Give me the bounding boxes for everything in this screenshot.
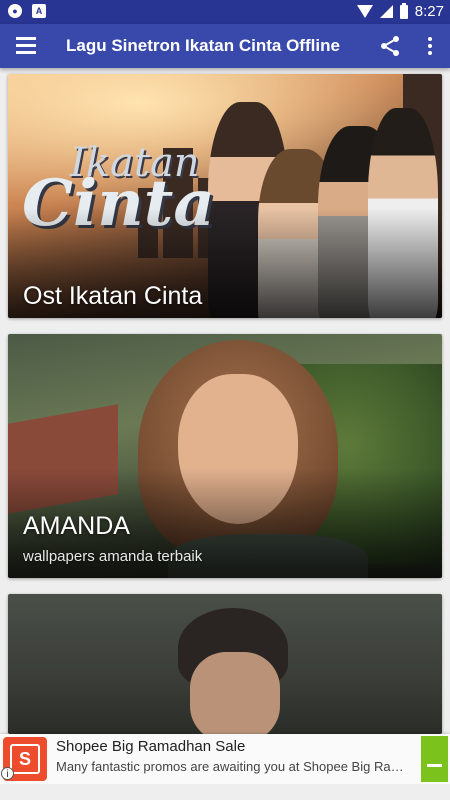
app-bar: Lagu Sinetron Ikatan Cinta Offline <box>0 24 450 68</box>
status-time: 8:27 <box>414 3 444 20</box>
card-title: AMANDA <box>23 512 130 540</box>
card-third[interactable] <box>8 594 442 734</box>
card-amanda[interactable]: AMANDA wallpapers amanda terbaik <box>8 334 442 578</box>
ad-info-icon[interactable]: i <box>1 767 14 780</box>
share-icon[interactable] <box>378 34 402 58</box>
more-vert-icon[interactable] <box>420 34 440 58</box>
page-title: Lagu Sinetron Ikatan Cinta Offline <box>66 36 340 55</box>
bottom-strip <box>0 784 450 800</box>
card-title: Ost Ikatan Cinta <box>23 282 203 310</box>
app-notification-icon: ● <box>8 4 22 18</box>
status-bar: ● A 8:27 <box>0 0 450 24</box>
ad-title: Shopee Big Ramadhan Sale <box>56 738 246 755</box>
card-ost-ikatan-cinta[interactable]: Ikatan Cinta Ost Ikatan Cinta <box>8 74 442 318</box>
android-notification-icon: A <box>32 4 46 18</box>
signal-icon <box>379 5 393 18</box>
wifi-icon <box>356 5 373 18</box>
ad-description: Many fantastic promos are awaiting you a… <box>56 759 406 774</box>
menu-icon[interactable] <box>16 37 36 55</box>
card-subtitle: wallpapers amanda terbaik <box>23 548 203 565</box>
ad-banner[interactable]: S i Shopee Big Ramadhan Sale Many fantas… <box>0 734 450 784</box>
ad-cta-button[interactable] <box>421 736 448 782</box>
battery-icon <box>399 2 408 19</box>
